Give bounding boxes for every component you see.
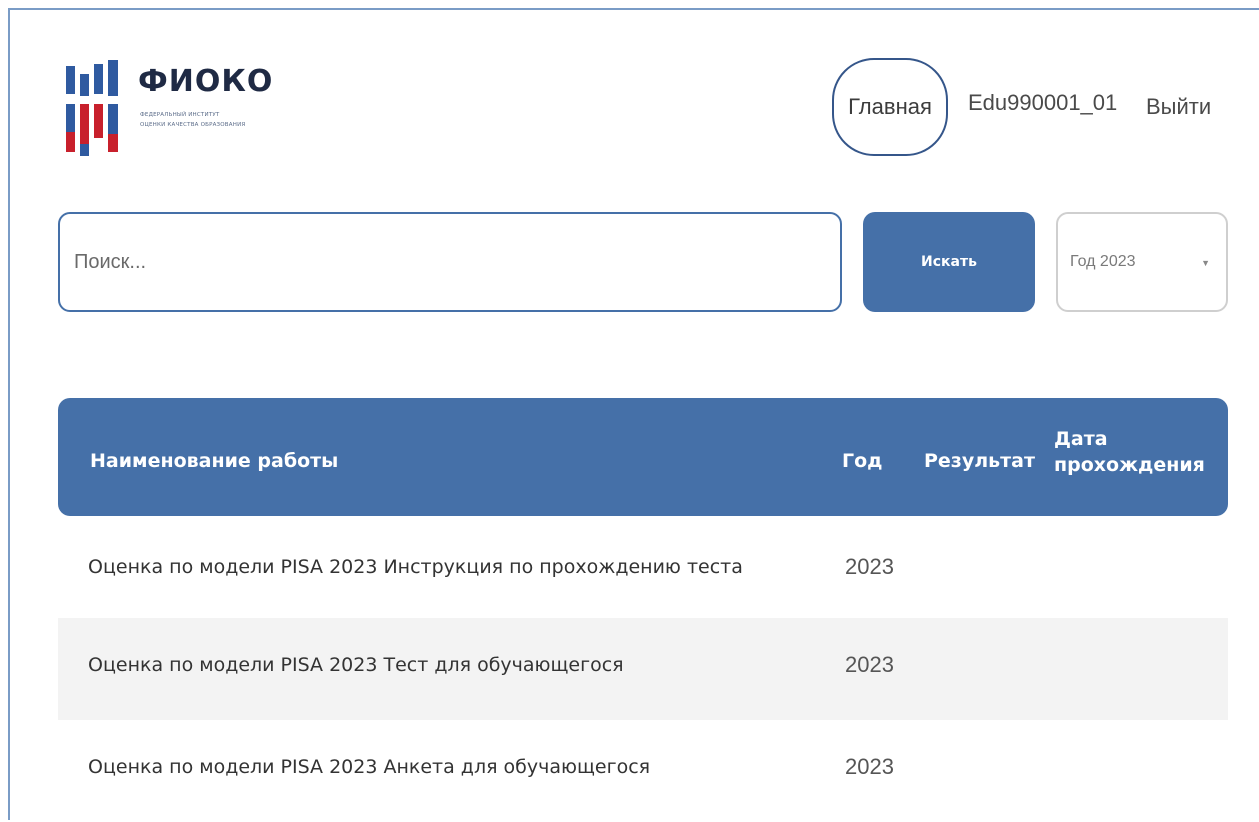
table-row[interactable]: Оценка по модели PISA 2023 Тест для обуч… [58,618,1228,720]
table-row[interactable]: Оценка по модели PISA 2023 Анкета для об… [58,720,1228,822]
row-year: 2023 [845,652,894,677]
row-year: 2023 [845,754,894,779]
row-name-link[interactable]: Оценка по модели PISA 2023 Тест для обуч… [88,654,624,676]
chevron-down-icon: ▼ [1201,258,1210,268]
fioko-logo[interactable]: ФИОКО ФЕДЕРАЛЬНЫЙ ИНСТИТУТ ОЦЕНКИ КАЧЕСТ… [64,60,294,160]
row-name-link[interactable]: Оценка по модели PISA 2023 Анкета для об… [88,756,650,778]
fioko-logo-mark-icon [64,60,122,156]
column-header-date[interactable]: Дата прохождения [1054,426,1214,478]
logo-title: ФИОКО [138,64,274,99]
logo-subtitle-line1: ФЕДЕРАЛЬНЫЙ ИНСТИТУТ [140,112,220,118]
nav-logout-link[interactable]: Выйти [1146,94,1211,120]
nav-user-link[interactable]: Edu990001_01 [968,90,1117,116]
year-select-value: Год 2023 [1070,253,1136,270]
row-year: 2023 [845,554,894,579]
column-header-name[interactable]: Наименование работы [90,448,338,474]
nav-home-link[interactable]: Главная [832,58,948,156]
logo-subtitle-line2: ОЦЕНКИ КАЧЕСТВА ОБРАЗОВАНИЯ [140,122,246,128]
table-header: Наименование работы Год Результат Дата п… [58,398,1228,516]
row-name-link[interactable]: Оценка по модели PISA 2023 Инструкция по… [88,556,743,578]
table-row[interactable]: Оценка по модели PISA 2023 Инструкция по… [58,520,1228,622]
year-select[interactable]: Год 2023 ▼ [1056,212,1228,312]
search-button[interactable]: Искать [863,212,1035,312]
search-input[interactable] [58,212,842,312]
column-header-result[interactable]: Результат [924,448,1035,474]
column-header-year[interactable]: Год [842,448,883,474]
